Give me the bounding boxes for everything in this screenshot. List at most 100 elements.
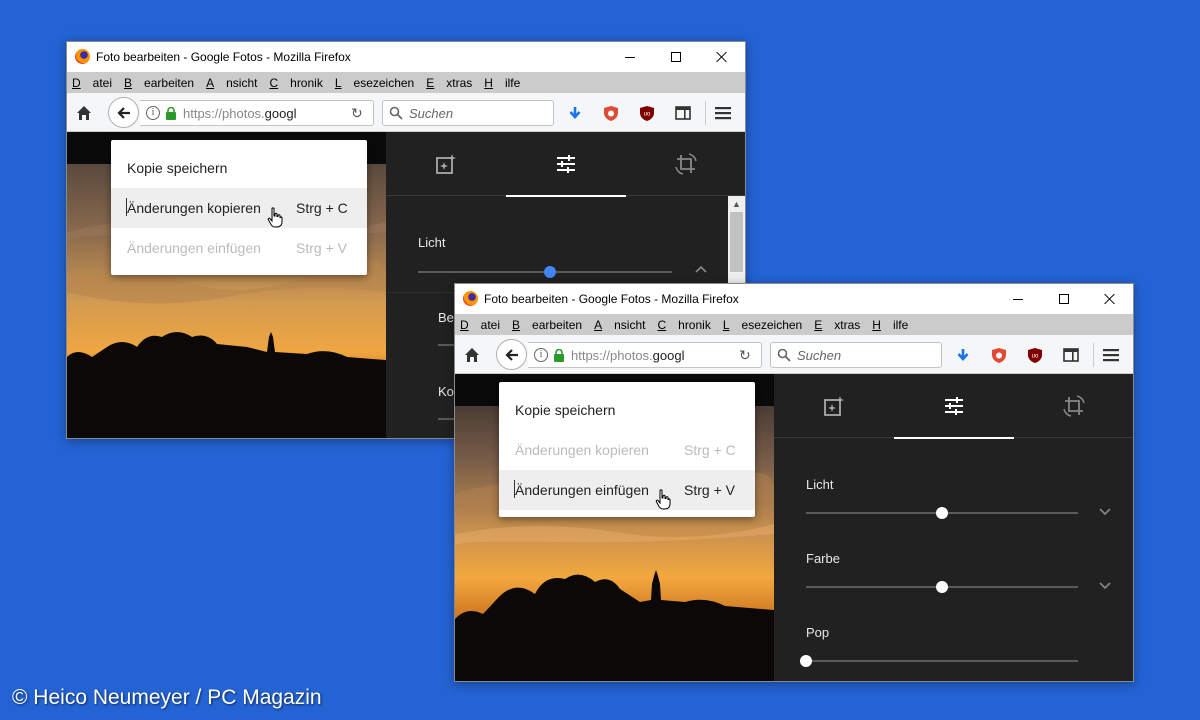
- ublock-origin-icon[interactable]: uo: [1025, 345, 1045, 365]
- menu-hilfe[interactable]: Hilfe: [484, 76, 520, 90]
- chevron-down-icon[interactable]: [1098, 504, 1112, 518]
- lock-icon[interactable]: [165, 106, 177, 120]
- menu-item-kopie-speichern[interactable]: Kopie speichern: [111, 148, 367, 188]
- reload-icon[interactable]: ↻: [739, 348, 753, 362]
- search-placeholder: Suchen: [797, 348, 842, 363]
- minimize-icon: [1013, 298, 1023, 300]
- menu-ansicht[interactable]: Ansicht: [206, 76, 257, 90]
- tab-auto-enhance[interactable]: [386, 132, 506, 196]
- info-icon[interactable]: i: [534, 348, 548, 362]
- privacy-badger-icon[interactable]: [601, 103, 621, 123]
- minimize-icon: [625, 56, 635, 58]
- firefox-logo-icon: [75, 49, 90, 64]
- farbe-label: Farbe: [806, 551, 840, 566]
- menu-bar: Datei Bearbeiten Ansicht Chronik Lesezei…: [67, 72, 745, 93]
- menu-extras[interactable]: Extras: [814, 318, 860, 332]
- home-icon[interactable]: [462, 345, 482, 365]
- licht-slider[interactable]: [418, 266, 672, 278]
- farbe-slider[interactable]: [806, 581, 1078, 593]
- title-bar: Foto bearbeiten - Google Fotos - Mozilla…: [67, 42, 745, 72]
- menu-extras[interactable]: Extras: [426, 76, 472, 90]
- hamburger-menu-icon[interactable]: [1101, 345, 1121, 365]
- menu-datei[interactable]: Datei: [460, 318, 500, 332]
- back-button[interactable]: [108, 97, 139, 128]
- scrollbar-thumb[interactable]: [730, 212, 743, 272]
- menu-lesezeichen[interactable]: Lesezeichen: [335, 76, 414, 90]
- menu-item-aenderungen-einfuegen[interactable]: Änderungen einfügen Strg + V: [499, 470, 755, 510]
- auto-enhance-icon: [824, 396, 844, 416]
- search-bar[interactable]: Suchen: [382, 100, 554, 126]
- close-button[interactable]: [1087, 284, 1133, 314]
- crop-rotate-icon: [1063, 395, 1085, 417]
- privacy-badger-icon[interactable]: [989, 345, 1009, 365]
- url-text: https://photos.googl: [183, 106, 297, 121]
- search-icon: [389, 106, 403, 120]
- window-title: Foto bearbeiten - Google Fotos - Mozilla…: [96, 50, 351, 64]
- info-icon[interactable]: i: [146, 106, 160, 120]
- ublock-origin-icon[interactable]: uo: [637, 103, 657, 123]
- menu-chronik[interactable]: Chronik: [657, 318, 710, 332]
- licht-slider[interactable]: [806, 507, 1078, 519]
- slider-thumb[interactable]: [800, 655, 812, 667]
- reload-icon[interactable]: ↻: [351, 106, 365, 120]
- minimize-button[interactable]: [607, 42, 653, 72]
- edit-tabs: [774, 374, 1133, 439]
- close-button[interactable]: [699, 42, 745, 72]
- search-placeholder: Suchen: [409, 106, 454, 121]
- hamburger-menu-icon[interactable]: [713, 103, 733, 123]
- search-bar[interactable]: Suchen: [770, 342, 942, 368]
- window-title: Foto bearbeiten - Google Fotos - Mozilla…: [484, 292, 739, 306]
- chevron-up-icon[interactable]: [694, 262, 708, 276]
- navigation-toolbar: i https://photos.googl ↻ Suchen uo: [455, 335, 1133, 374]
- firefox-logo-icon: [463, 291, 478, 306]
- tab-adjust[interactable]: [506, 132, 626, 197]
- tab-auto-enhance[interactable]: [774, 374, 894, 438]
- slider-track: [806, 660, 1078, 662]
- back-arrow-icon: [504, 348, 518, 361]
- menu-item-aenderungen-kopieren[interactable]: Änderungen kopieren Strg + C: [499, 430, 755, 470]
- menu-item-kopie-speichern[interactable]: Kopie speichern: [499, 390, 755, 430]
- svg-text:uo: uo: [644, 111, 651, 117]
- licht-label: Licht: [806, 477, 834, 492]
- download-icon[interactable]: [565, 103, 585, 123]
- maximize-button[interactable]: [653, 42, 699, 72]
- home-icon[interactable]: [74, 103, 94, 123]
- scroll-up-arrow-icon[interactable]: ▲: [728, 196, 745, 212]
- context-menu: Kopie speichern Änderungen kopieren Strg…: [499, 382, 755, 517]
- slider-thumb[interactable]: [544, 266, 557, 278]
- menu-hilfe[interactable]: Hilfe: [872, 318, 908, 332]
- menu-bearbeiten[interactable]: Bearbeiten: [124, 76, 194, 90]
- url-bar[interactable]: i https://photos.googl ↻: [140, 100, 374, 126]
- menu-lesezeichen[interactable]: Lesezeichen: [723, 318, 802, 332]
- context-menu: Kopie speichern Änderungen kopieren Strg…: [111, 140, 367, 275]
- sidebar-icon[interactable]: [1061, 345, 1081, 365]
- section-label-partial-2: Ko: [438, 384, 454, 399]
- back-button[interactable]: [496, 339, 527, 370]
- sidebar-icon[interactable]: [673, 103, 693, 123]
- tab-crop-rotate[interactable]: [626, 132, 745, 196]
- tab-adjust[interactable]: [894, 374, 1014, 439]
- photo-credit: © Heico Neumeyer / PC Magazin: [12, 686, 322, 709]
- pop-label: Pop: [806, 625, 830, 640]
- minimize-button[interactable]: [995, 284, 1041, 314]
- svg-text:uo: uo: [1032, 353, 1039, 359]
- url-bar[interactable]: i https://photos.googl ↻: [528, 342, 762, 368]
- tab-crop-rotate[interactable]: [1014, 374, 1133, 438]
- menu-datei[interactable]: Datei: [72, 76, 112, 90]
- maximize-icon: [671, 52, 681, 62]
- menu-item-aenderungen-einfuegen[interactable]: Änderungen einfügen Strg + V: [111, 228, 367, 268]
- maximize-button[interactable]: [1041, 284, 1087, 314]
- adjust-sliders-icon: [945, 397, 963, 415]
- chevron-down-icon[interactable]: [1098, 578, 1112, 592]
- back-arrow-icon: [116, 106, 130, 119]
- slider-thumb[interactable]: [936, 507, 948, 519]
- menu-ansicht[interactable]: Ansicht: [594, 318, 645, 332]
- menu-chronik[interactable]: Chronik: [269, 76, 322, 90]
- pop-slider[interactable]: [800, 655, 1078, 667]
- download-icon[interactable]: [953, 345, 973, 365]
- menu-bearbeiten[interactable]: Bearbeiten: [512, 318, 582, 332]
- crop-rotate-icon: [675, 153, 697, 175]
- menu-item-aenderungen-kopieren[interactable]: Änderungen kopieren Strg + C: [111, 188, 367, 228]
- slider-thumb[interactable]: [936, 581, 948, 593]
- lock-icon[interactable]: [553, 348, 565, 362]
